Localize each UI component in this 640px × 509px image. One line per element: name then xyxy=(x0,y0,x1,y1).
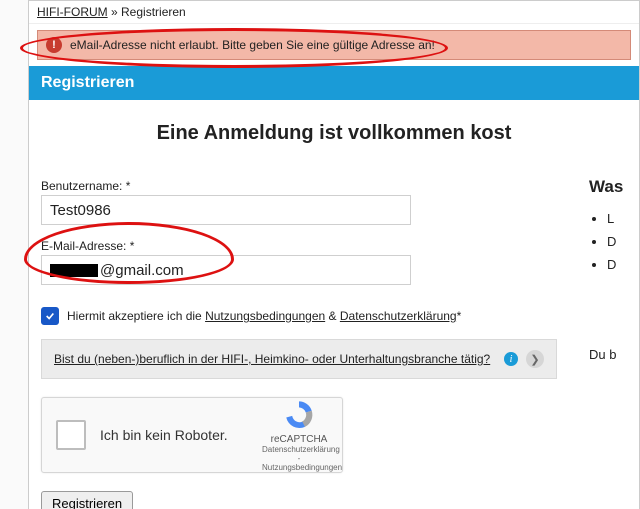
sidebar-bullet: L xyxy=(607,211,640,226)
username-label: Benutzername: * xyxy=(41,179,557,193)
breadcrumb-sep: » xyxy=(111,5,121,19)
error-alert-text: eMail-Adresse nicht erlaubt. Bitte geben… xyxy=(70,38,435,52)
info-icon[interactable]: i xyxy=(504,352,518,366)
page-headline: Eine Anmeldung ist vollkommen kost xyxy=(29,100,639,173)
email-value-visible: @gmail.com xyxy=(100,262,184,279)
consent-checkbox[interactable] xyxy=(41,307,59,325)
registration-form: Benutzername: * Test0986 E-Mail-Adresse:… xyxy=(29,179,569,509)
error-alert: ! eMail-Adresse nicht erlaubt. Bitte geb… xyxy=(37,30,631,60)
error-icon: ! xyxy=(46,37,62,53)
terms-link[interactable]: Nutzungsbedingungen xyxy=(205,309,325,323)
recaptcha-widget: Ich bin kein Roboter. reCAPTCHA Datensch… xyxy=(41,397,343,473)
recaptcha-logo-icon xyxy=(282,398,316,432)
redacted-email-local xyxy=(50,264,98,277)
consent-text: Hiermit akzeptiere ich die Nutzungsbedin… xyxy=(67,309,461,323)
username-input[interactable]: Test0986 xyxy=(41,195,411,225)
sidebar-bullet: D xyxy=(607,234,640,249)
consent-row: Hiermit akzeptiere ich die Nutzungsbedin… xyxy=(41,307,557,325)
email-label: E-Mail-Adresse: * xyxy=(41,239,557,253)
recaptcha-legal: Datenschutzerklärung - Nutzungsbedingung… xyxy=(262,445,336,472)
sidebar-bullet: D xyxy=(607,257,640,272)
check-icon xyxy=(45,311,55,321)
username-value: Test0986 xyxy=(50,202,111,219)
sidebar: Was L D D Du b xyxy=(589,177,640,280)
privacy-link[interactable]: Datenschutzerklärung xyxy=(340,309,457,323)
breadcrumb: HIFI-FORUM » Registrieren xyxy=(29,1,639,24)
chevron-right-icon[interactable]: ❯ xyxy=(526,350,544,368)
industry-question-text: Bist du (neben-)beruflich in der HIFI-, … xyxy=(54,352,496,366)
sidebar-heading: Was xyxy=(589,177,640,197)
page-banner: Registrieren xyxy=(29,66,639,100)
email-input[interactable]: @gmail.com xyxy=(41,255,411,285)
recaptcha-checkbox[interactable] xyxy=(56,420,86,450)
recaptcha-label: Ich bin kein Roboter. xyxy=(100,427,262,443)
breadcrumb-current: Registrieren xyxy=(121,5,186,19)
recaptcha-brand: reCAPTCHA xyxy=(262,434,336,445)
register-button[interactable]: Registrieren xyxy=(41,491,133,509)
industry-question-row[interactable]: Bist du (neben-)beruflich in der HIFI-, … xyxy=(41,339,557,379)
breadcrumb-home-link[interactable]: HIFI-FORUM xyxy=(37,5,108,19)
sidebar-line: Du b xyxy=(589,347,616,362)
